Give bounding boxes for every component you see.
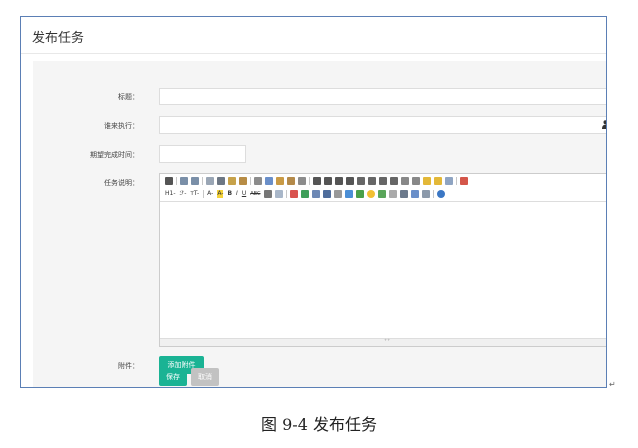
template-icon[interactable] — [228, 177, 236, 185]
clear-format-icon[interactable] — [423, 177, 431, 185]
code-icon[interactable] — [334, 190, 343, 198]
underline-button[interactable]: U — [242, 190, 246, 198]
paste-icon[interactable] — [265, 177, 273, 185]
source-icon[interactable] — [165, 177, 173, 185]
toolbar-separator — [176, 177, 177, 185]
media-icon[interactable] — [312, 190, 321, 198]
unordered-list-icon[interactable] — [368, 177, 376, 185]
toolbar-separator — [456, 177, 457, 185]
heading-menu[interactable]: H1- — [165, 190, 176, 198]
help-icon[interactable] — [437, 190, 446, 198]
ordered-list-icon[interactable] — [357, 177, 365, 185]
font-family-menu[interactable]: ℱ- — [180, 190, 187, 198]
editor-toolbar-row-1 — [165, 175, 471, 187]
resize-grip-icon[interactable]: ⁺⁺ — [384, 338, 390, 345]
panel-header-divider — [21, 53, 606, 54]
toolbar-separator — [203, 190, 205, 198]
paste-word-icon[interactable] — [287, 177, 295, 185]
image-icon[interactable] — [290, 190, 299, 198]
toolbar-separator — [250, 177, 251, 185]
italic-button[interactable]: I — [236, 190, 238, 198]
executor-label: 谁来执行： — [104, 122, 139, 130]
align-left-icon[interactable] — [313, 177, 321, 185]
cancel-button[interactable]: 取消 — [191, 368, 219, 386]
title-input[interactable] — [159, 88, 606, 105]
link-icon[interactable] — [411, 190, 420, 198]
executor-input[interactable] — [159, 116, 607, 134]
fullscreen-icon[interactable] — [460, 177, 468, 185]
save-button[interactable]: 保存 — [159, 368, 187, 386]
select-icon[interactable] — [445, 177, 453, 185]
align-right-icon[interactable] — [335, 177, 343, 185]
redo-icon[interactable] — [191, 177, 199, 185]
font-color-menu[interactable]: A- — [207, 190, 213, 198]
align-center-icon[interactable] — [324, 177, 332, 185]
select-all-icon[interactable] — [298, 177, 306, 185]
anchor-icon[interactable] — [400, 190, 409, 198]
panel-title: 发布任务 — [32, 31, 85, 46]
video-icon[interactable] — [345, 190, 354, 198]
strikethrough-button[interactable]: ABC — [250, 190, 260, 198]
flash-icon[interactable] — [301, 190, 310, 198]
rich-text-editor: H1- ℱ- ᴛT- A- A- B I U ABC ⁺⁺ — [159, 173, 606, 347]
editor-toolbar-row-2: H1- ℱ- ᴛT- A- A- B I U ABC — [165, 188, 448, 200]
paste-text-icon[interactable] — [276, 177, 284, 185]
print-icon[interactable] — [217, 177, 225, 185]
undo-icon[interactable] — [180, 177, 188, 185]
outdent-icon[interactable] — [390, 177, 398, 185]
editor-resize-bar[interactable]: ⁺⁺ — [160, 338, 606, 346]
deadline-input[interactable] — [159, 145, 246, 163]
page-break-icon[interactable] — [389, 190, 398, 198]
cut-icon[interactable] — [239, 177, 247, 185]
hr-icon[interactable] — [356, 190, 365, 198]
copy-icon[interactable] — [254, 177, 262, 185]
figure-caption: 图 9-4 发布任务 — [261, 415, 377, 434]
toolbar-separator — [309, 177, 310, 185]
bg-color-menu[interactable]: A- — [217, 190, 224, 198]
emoticon-icon[interactable] — [367, 190, 376, 198]
subscript-icon[interactable] — [401, 177, 409, 185]
form-body: 标题： 谁来执行： 期望完成时间： 任务说明： H1- ℱ- ᴛT- A- A-… — [33, 61, 607, 387]
insert-file-icon[interactable] — [323, 190, 332, 198]
attachment-label: 附件： — [118, 362, 139, 370]
title-label: 标题： — [118, 93, 139, 101]
preview-icon[interactable] — [206, 177, 214, 185]
indent-icon[interactable] — [379, 177, 387, 185]
align-justify-icon[interactable] — [346, 177, 354, 185]
paragraph-mark-icon: ↵ — [609, 380, 616, 389]
table-icon[interactable] — [264, 190, 273, 198]
quick-format-icon[interactable] — [434, 177, 442, 185]
superscript-icon[interactable] — [412, 177, 420, 185]
remove-format-icon[interactable] — [275, 190, 284, 198]
toolbar-separator — [433, 190, 435, 198]
bold-button[interactable]: B — [227, 190, 232, 198]
task-publish-panel: 发布任务 标题： 谁来执行： 期望完成时间： 任务说明： H1- ℱ- ᴛT- … — [20, 16, 607, 388]
toolbar-separator — [286, 190, 288, 198]
unlink-icon[interactable] — [422, 190, 431, 198]
editor-content-area[interactable] — [160, 201, 606, 340]
map-icon[interactable] — [378, 190, 387, 198]
user-icon[interactable] — [602, 120, 607, 129]
deadline-label: 期望完成时间： — [90, 151, 139, 159]
font-size-menu[interactable]: ᴛT- — [190, 190, 199, 198]
toolbar-separator — [202, 177, 203, 185]
description-label: 任务说明： — [104, 179, 139, 187]
